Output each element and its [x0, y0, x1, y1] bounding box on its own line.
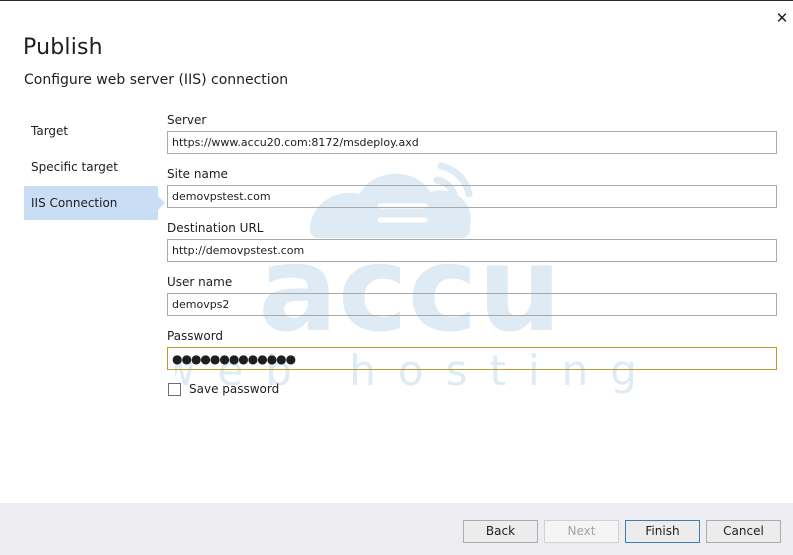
save-password-label[interactable]: Save password [189, 382, 279, 396]
server-label: Server [167, 113, 207, 127]
nav-item-iis-connection[interactable]: IIS Connection [24, 186, 165, 220]
cancel-button[interactable]: Cancel [706, 520, 781, 543]
iis-connection-form: Server Site name Destination URL User na… [167, 112, 777, 396]
site-name-input[interactable] [167, 185, 777, 208]
password-label: Password [167, 329, 224, 343]
user-name-label: User name [167, 275, 233, 289]
save-password-row: Save password [167, 382, 777, 396]
server-input[interactable] [167, 131, 777, 154]
user-name-input[interactable] [167, 293, 777, 316]
close-icon[interactable]: ✕ [774, 10, 790, 26]
save-password-checkbox[interactable] [168, 382, 181, 396]
destination-url-label: Destination URL [167, 221, 264, 235]
next-button[interactable]: Next [544, 520, 619, 543]
back-button[interactable]: Back [463, 520, 538, 543]
nav-item-specific-target[interactable]: Specific target [24, 150, 160, 184]
dialog-subtitle: Configure web server (IIS) connection [24, 72, 289, 88]
nav-item-target[interactable]: Target [24, 114, 160, 148]
password-input[interactable] [167, 347, 777, 370]
finish-button[interactable]: Finish [625, 520, 700, 543]
site-name-label: Site name [167, 167, 228, 181]
wizard-nav: Target Specific target IIS Connection [24, 114, 165, 222]
dialog-footer: Back Next Finish Cancel [0, 503, 793, 555]
dialog-title: Publish [23, 35, 103, 60]
destination-url-input[interactable] [167, 239, 777, 262]
window-top-border [0, 0, 793, 1]
